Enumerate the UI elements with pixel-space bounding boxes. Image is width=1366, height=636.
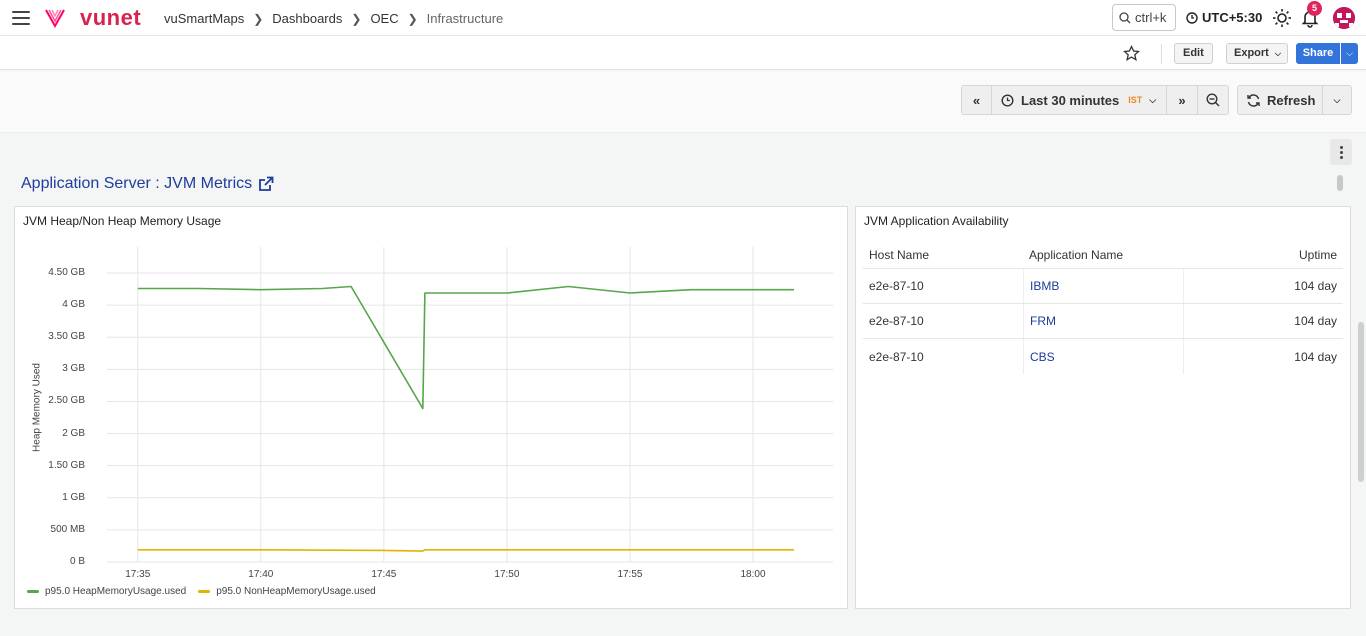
time-controls-bar: « Last 30 minutes IST ⌵ » Refresh ⌵: [0, 71, 1366, 133]
menu-icon[interactable]: [12, 11, 30, 25]
chart-legend: p95.0 HeapMemoryUsage.used p95.0 NonHeap…: [27, 586, 376, 597]
legend-swatch-nonheap: [198, 590, 211, 593]
column-header-app[interactable]: Application Name: [1023, 241, 1183, 268]
timezone-badge: IST: [1128, 95, 1143, 105]
chevron-down-icon: ⌵: [1346, 48, 1353, 58]
legend-label-nonheap: p95.0 NonHeapMemoryUsage.used: [216, 586, 376, 597]
breadcrumb-dashboards[interactable]: Dashboards: [272, 11, 342, 26]
x-tick-label: 17:45: [371, 569, 397, 580]
cell-host: e2e-87-10: [869, 314, 924, 328]
table-row: e2e-87-10 CBS 104 day: [863, 339, 1343, 374]
section-title: Application Server : JVM Metrics: [21, 175, 253, 192]
clock-icon: [1001, 93, 1014, 107]
edit-button[interactable]: Edit: [1174, 43, 1213, 64]
cell-uptime: 104 day: [1183, 339, 1343, 374]
star-favorite-icon[interactable]: [1123, 45, 1140, 62]
breadcrumb-vusmartmaps[interactable]: vuSmartMaps: [164, 11, 244, 26]
inner-scroll-handle[interactable]: [1337, 175, 1343, 191]
cell-app-link[interactable]: CBS: [1023, 339, 1183, 374]
refresh-label: Refresh: [1267, 92, 1316, 108]
double-chevron-left-icon: «: [972, 92, 981, 108]
chevron-down-icon: ⌵: [1274, 49, 1281, 58]
chevron-down-icon: ⌵: [1149, 94, 1157, 105]
x-tick-label: 17:55: [617, 569, 643, 580]
vunet-logo-icon: [45, 9, 65, 29]
more-options-kebab-icon[interactable]: [1330, 139, 1352, 165]
refresh-interval-dropdown[interactable]: ⌵: [1322, 85, 1352, 115]
column-header-host[interactable]: Host Name: [863, 248, 1023, 262]
series-line-nonheap[interactable]: [137, 548, 794, 552]
time-range-label: Last 30 minutes: [1021, 92, 1120, 108]
time-shift-back-button[interactable]: «: [961, 85, 992, 115]
search-button[interactable]: ctrl+k: [1112, 4, 1176, 31]
share-button[interactable]: Share: [1296, 43, 1340, 64]
timezone-label: UTC+5:30: [1202, 10, 1263, 25]
column-header-uptime[interactable]: Uptime: [1183, 241, 1343, 268]
cell-app-link[interactable]: FRM: [1023, 304, 1183, 338]
chevron-right-icon: ❯: [407, 11, 418, 26]
cell-host: e2e-87-10: [869, 349, 924, 364]
breadcrumb-oec[interactable]: OEC: [370, 11, 398, 26]
app-availability-panel: JVM Application Availability Host Name A…: [855, 206, 1351, 609]
cell-app-link[interactable]: IBMB: [1023, 269, 1183, 303]
x-tick-label: 17:35: [125, 569, 151, 580]
refresh-icon: [1247, 93, 1260, 107]
user-avatar[interactable]: [1333, 7, 1355, 29]
cell-uptime: 104 day: [1183, 269, 1343, 303]
legend-label-heap: p95.0 HeapMemoryUsage.used: [45, 586, 187, 597]
cell-host: e2e-87-10: [869, 279, 924, 293]
breadcrumb-infrastructure: Infrastructure: [426, 11, 504, 26]
breadcrumb: vuSmartMaps ❯ Dashboards ❯ OEC ❯ Infrast…: [164, 11, 503, 26]
legend-swatch-heap: [27, 590, 39, 593]
zoom-out-button[interactable]: [1197, 85, 1229, 115]
external-link-icon: [259, 176, 274, 191]
theme-toggle-sun-icon[interactable]: [1272, 8, 1292, 28]
zoom-out-icon: [1206, 93, 1220, 107]
search-shortcut-label: ctrl+k: [1135, 10, 1167, 25]
vunet-logo-text: vunet: [80, 5, 142, 30]
notification-count-badge: 5: [1307, 1, 1322, 16]
top-navbar: vunet vuSmartMaps ❯ Dashboards ❯ OEC ❯ I…: [0, 0, 1366, 36]
time-range-picker[interactable]: Last 30 minutes IST ⌵: [991, 85, 1167, 115]
availability-table: Host Name Application Name Uptime e2e-87…: [863, 241, 1343, 374]
table-row: e2e-87-10 FRM 104 day: [863, 304, 1343, 339]
x-tick-label: 17:40: [248, 569, 274, 580]
panel-title: JVM Application Availability: [864, 214, 1009, 228]
time-shift-forward-button[interactable]: »: [1166, 85, 1198, 115]
clock-icon: [1186, 11, 1198, 24]
cell-uptime: 104 day: [1183, 304, 1343, 338]
legend-item-heap[interactable]: p95.0 HeapMemoryUsage.used: [27, 586, 186, 597]
table-header: Host Name Application Name Uptime: [863, 241, 1343, 269]
x-tick-label: 18:00: [740, 569, 766, 580]
share-dropdown-button[interactable]: ⌵: [1341, 43, 1358, 64]
double-chevron-right-icon: »: [1178, 92, 1186, 108]
export-label: Export: [1234, 47, 1269, 59]
search-icon: [1119, 11, 1131, 23]
chevron-down-icon: ⌵: [1333, 94, 1341, 105]
section-title-link[interactable]: Application Server : JVM Metrics: [21, 175, 274, 193]
heap-memory-line-chart: [107, 247, 833, 563]
timezone-display[interactable]: UTC+5:30: [1186, 10, 1262, 25]
heap-memory-panel: JVM Heap/Non Heap Memory Usage Heap Memo…: [14, 206, 848, 609]
table-row: e2e-87-10 IBMB 104 day: [863, 269, 1343, 304]
x-tick-label: 17:50: [494, 569, 520, 580]
legend-item-nonheap[interactable]: p95.0 NonHeapMemoryUsage.used: [198, 586, 376, 597]
avatar-pattern-icon: [1333, 7, 1355, 29]
chevron-right-icon: ❯: [351, 11, 362, 26]
dashboard-actionbar: Edit Export ⌵ Share ⌵: [0, 36, 1366, 70]
refresh-button[interactable]: Refresh: [1237, 85, 1323, 115]
chevron-right-icon: ❯: [253, 11, 264, 26]
page-scrollbar[interactable]: [1358, 322, 1364, 482]
divider: [1161, 44, 1162, 64]
export-button[interactable]: Export ⌵: [1226, 43, 1288, 64]
